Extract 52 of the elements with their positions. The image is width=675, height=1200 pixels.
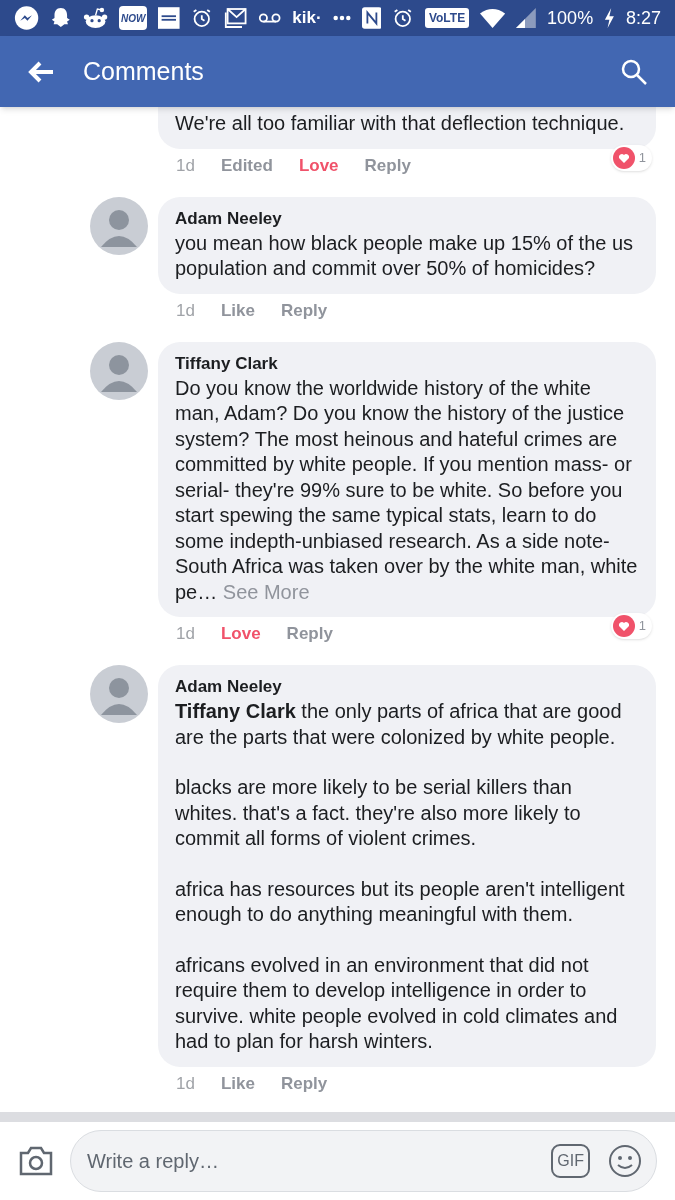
comment-text: blacks are more likely to be serial killers than whites. that's a fact. they're also more likely to commit all forms of violent crimes. <box>175 775 582 851</box>
voicemail-icon <box>257 13 282 23</box>
reply-field[interactable]: Write a reply… GIF <box>70 1130 657 1192</box>
gif-button[interactable]: GIF <box>551 1144 590 1178</box>
back-arrow-icon[interactable] <box>28 60 54 83</box>
app-label: kik· <box>292 7 322 30</box>
more-icon <box>332 15 351 21</box>
avatar[interactable] <box>90 665 148 723</box>
comment-action[interactable]: Love <box>298 152 339 179</box>
alien-icon <box>82 5 108 31</box>
screen-title: Comments <box>83 55 205 87</box>
comment-action[interactable]: Edited <box>220 152 273 179</box>
charging-icon <box>604 7 615 29</box>
see-more-link[interactable]: See More <box>222 580 310 603</box>
comment-action[interactable]: Reply <box>280 297 328 324</box>
comment-action[interactable]: Like <box>220 297 255 324</box>
comment-text: you mean how black people make up 15% of the us population and commit over 50% of homicides? <box>175 230 635 281</box>
author-name[interactable]: Adam Neeley <box>175 675 639 699</box>
comment-action[interactable]: Reply <box>364 152 411 179</box>
signal-icon <box>516 7 537 29</box>
camera-icon[interactable] <box>18 1146 54 1176</box>
comment-action[interactable]: Love <box>220 621 261 647</box>
app-badge: NOW <box>118 6 148 30</box>
comment-time: 1d <box>176 623 195 646</box>
comment-text: Do you know the worldwide history of the white man, Adam? Do you know the history of the justice system? The most heinous and hateful crimes are committed by white people. If you mention mass- or serial- they're 99% sure to be white. So before you start spewing the same typical stats, learn to do some indepth-unbiased research. As a side note- South Africa was taken over by the white man, white pe… See More <box>175 375 639 605</box>
volte-badge: VoLTE <box>424 8 470 28</box>
author-name[interactable]: Adam Neeley <box>175 206 639 231</box>
comment-text: Tiffany Clark the only parts of africa that are good are the parts that were colonized by white people. <box>175 699 623 750</box>
search-icon[interactable] <box>621 58 647 85</box>
comment-text: We're all too familiar with that deflection technique. <box>175 111 626 136</box>
nfc-icon <box>361 6 382 30</box>
comment-text: africans evolved in an environment that did not require them to develop intelligence in order to survive. white people evolved in cold climates and had to plan for harsh winters. <box>175 952 619 1054</box>
comment-time: 1d <box>176 299 195 322</box>
comment-action[interactable]: Like <box>220 1070 255 1097</box>
clock: 8:27 <box>625 6 661 30</box>
comment-time: 1d <box>176 154 195 177</box>
alarm-icon <box>392 6 414 30</box>
reaction-count[interactable]: 1 <box>610 144 652 171</box>
comment-action[interactable]: Reply <box>286 621 333 647</box>
comment-action[interactable]: Reply <box>280 1070 328 1097</box>
reaction-count[interactable]: 1 <box>610 613 652 639</box>
mail-icon <box>223 6 247 30</box>
comment-text: africa has resources but its people aren't intelligent enough to do anything meaningful with them. <box>175 876 626 927</box>
comment-time: 1d <box>176 1072 195 1095</box>
emoji-icon[interactable] <box>608 1144 642 1178</box>
app-icon <box>158 6 180 30</box>
wifi-icon <box>480 7 506 29</box>
messenger-icon <box>14 4 40 32</box>
avatar[interactable] <box>90 196 148 255</box>
battery-level: 100% <box>547 6 594 30</box>
author-name[interactable]: Tiffany Clark <box>175 351 639 376</box>
avatar[interactable] <box>90 341 148 400</box>
